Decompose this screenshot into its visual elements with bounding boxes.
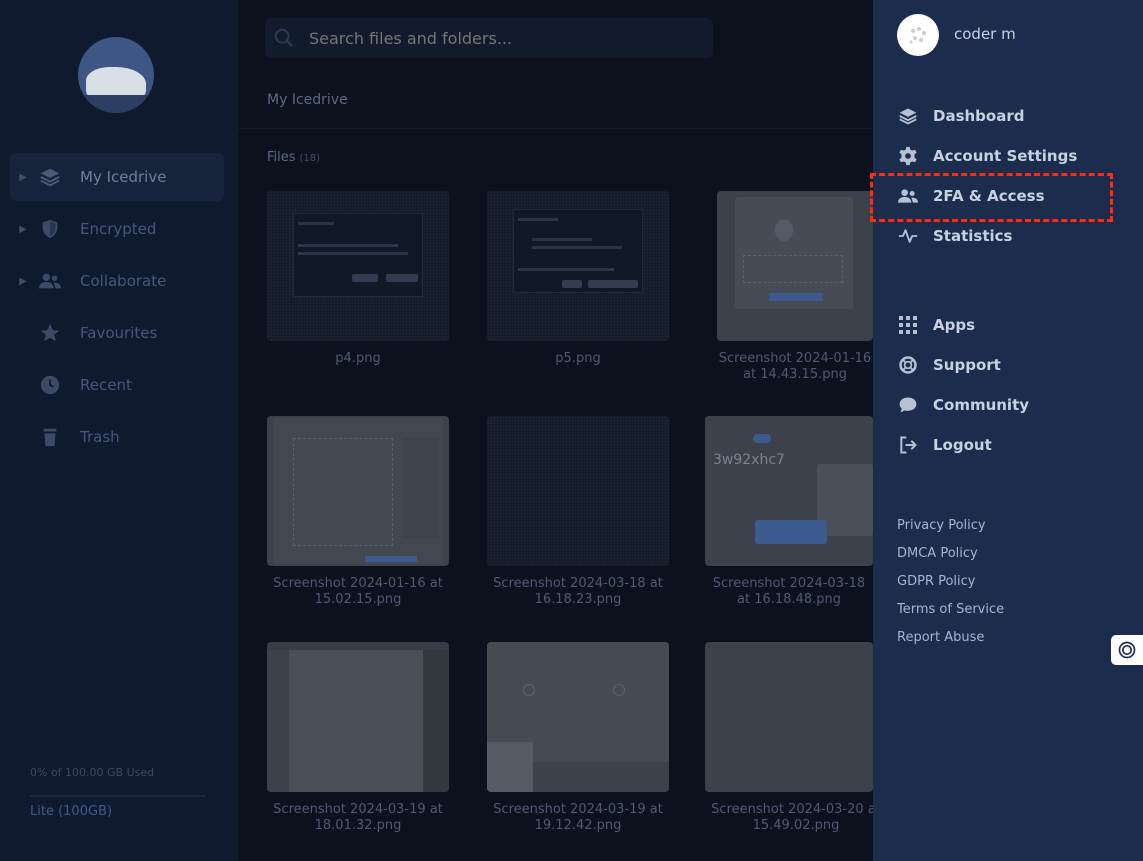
- plan-link[interactable]: Lite (100GB): [30, 804, 112, 819]
- file-tile[interactable]: Screenshot 2024-03-18 at 16.18.23.png: [487, 416, 669, 608]
- sidebar-item-encrypted[interactable]: ▶ Encrypted: [10, 205, 224, 253]
- help-widget-icon: [1118, 641, 1136, 659]
- menu-item-label: Apps: [933, 316, 976, 334]
- file-thumbnail[interactable]: 3w92xhc7: [705, 416, 873, 566]
- search-icon: [273, 27, 295, 49]
- star-icon: [38, 322, 62, 344]
- menu-item-label: Support: [933, 356, 1001, 374]
- user-avatar-icon: [909, 27, 926, 44]
- file-tile[interactable]: Screenshot 2024-01-16 at 15.02.15.png: [267, 416, 449, 608]
- shield-icon: [38, 218, 62, 240]
- file-tile[interactable]: p4.png: [267, 191, 449, 367]
- user-menu-secondary: Apps Support Community Logout: [897, 305, 1127, 465]
- file-name: Screenshot 2024-01-16 at 15.02.15.png: [273, 576, 443, 607]
- captcha-text: 3w92xhc7: [713, 452, 785, 468]
- divider: [238, 128, 888, 129]
- menu-item-apps[interactable]: Apps: [897, 305, 1127, 345]
- search-bar[interactable]: [265, 18, 713, 58]
- sidebar-item-label: Trash: [80, 428, 120, 446]
- menu-item-account-settings[interactable]: Account Settings: [897, 136, 1127, 176]
- users-icon: [38, 270, 62, 292]
- layers-icon: [38, 166, 62, 188]
- sidebar-item-collaborate[interactable]: ▶ Collaborate: [10, 257, 224, 305]
- menu-item-label: Dashboard: [933, 107, 1025, 125]
- footer-links: Privacy Policy DMCA Policy GDPR Policy T…: [897, 516, 1004, 656]
- menu-item-label: Logout: [933, 436, 992, 454]
- file-name: Screenshot 2024-01-16 at 14.43.15.png: [718, 351, 872, 382]
- file-thumbnail[interactable]: [717, 191, 873, 341]
- terms-of-service-link[interactable]: Terms of Service: [897, 600, 1004, 628]
- menu-item-label: Statistics: [933, 227, 1013, 245]
- storage-usage-text: 0% of 100.00 GB Used: [30, 766, 155, 779]
- file-thumbnail[interactable]: [267, 642, 449, 792]
- file-tile[interactable]: p5.png: [487, 191, 669, 367]
- sidebar-item-label: Encrypted: [80, 220, 157, 238]
- files-heading: Files (18): [267, 150, 320, 165]
- gear-icon: [897, 145, 919, 167]
- menu-item-label: Community: [933, 396, 1030, 414]
- trash-icon: [38, 426, 62, 448]
- file-name: Screenshot 2024-03-19 at 18.01.32.png: [273, 802, 443, 833]
- sidebar-item-my-icedrive[interactable]: ▶ My Icedrive: [10, 153, 224, 201]
- sidebar-item-label: My Icedrive: [80, 168, 167, 186]
- files-count: (18): [299, 153, 321, 164]
- sidebar-item-trash[interactable]: Trash: [10, 413, 224, 461]
- file-thumbnail[interactable]: [487, 191, 669, 341]
- menu-item-label: Account Settings: [933, 147, 1078, 165]
- grid-icon: [897, 314, 919, 336]
- file-name: Screenshot 2024-03-19 at 19.12.42.png: [493, 802, 663, 833]
- file-name: Screenshot 2024-03-18 at 16.18.48.png: [712, 576, 866, 607]
- avatar[interactable]: [897, 14, 939, 56]
- caret-right-icon[interactable]: ▶: [16, 172, 30, 183]
- file-name: p5.png: [555, 351, 601, 366]
- menu-item-dashboard[interactable]: Dashboard: [897, 96, 1127, 136]
- breadcrumb[interactable]: My Icedrive: [267, 92, 348, 108]
- caret-right-icon[interactable]: ▶: [16, 276, 30, 287]
- menu-item-community[interactable]: Community: [897, 385, 1127, 425]
- file-thumbnail[interactable]: [267, 191, 449, 341]
- report-abuse-link[interactable]: Report Abuse: [897, 628, 1004, 656]
- storage-progress-bar: [30, 795, 206, 797]
- sidebar-item-recent[interactable]: Recent: [10, 361, 224, 409]
- menu-item-support[interactable]: Support: [897, 345, 1127, 385]
- sidebar-item-favourites[interactable]: Favourites: [10, 309, 224, 357]
- file-name: Screenshot 2024-03-18 at 16.18.23.png: [493, 576, 663, 607]
- username: coder m: [954, 25, 1016, 43]
- file-thumbnail[interactable]: [267, 416, 449, 566]
- file-tile[interactable]: 3w92xhc7 Screenshot 2024-03-18 at 16.18.…: [705, 416, 887, 608]
- layers-icon: [897, 105, 919, 127]
- chat-bubble-icon: [897, 394, 919, 416]
- files-heading-label: Files: [267, 150, 296, 165]
- clock-icon: [38, 374, 62, 396]
- sidebar-item-label: Collaborate: [80, 272, 167, 290]
- menu-item-statistics[interactable]: Statistics: [897, 216, 1127, 256]
- lifebuoy-icon: [897, 354, 919, 376]
- file-thumbnail[interactable]: [487, 416, 669, 566]
- help-widget-button[interactable]: [1111, 635, 1143, 665]
- file-tile[interactable]: Screenshot 2024-03-19 at 18.01.32.png: [267, 642, 449, 834]
- sidebar: ▶ My Icedrive ▶ Encrypted ▶ Collaborate: [0, 0, 238, 861]
- file-name: p4.png: [335, 351, 381, 366]
- privacy-policy-link[interactable]: Privacy Policy: [897, 516, 1004, 544]
- file-thumbnail[interactable]: [487, 642, 669, 792]
- dmca-policy-link[interactable]: DMCA Policy: [897, 544, 1004, 572]
- gdpr-policy-link[interactable]: GDPR Policy: [897, 572, 1004, 600]
- file-tile[interactable]: Screenshot 2024-03-20 at 15.49.02.png: [705, 642, 887, 834]
- caret-right-icon[interactable]: ▶: [16, 224, 30, 235]
- menu-item-logout[interactable]: Logout: [897, 425, 1127, 465]
- search-input[interactable]: [309, 28, 689, 48]
- logout-icon: [897, 434, 919, 456]
- sidebar-nav: ▶ My Icedrive ▶ Encrypted ▶ Collaborate: [10, 153, 224, 465]
- sidebar-item-label: Favourites: [80, 324, 158, 342]
- sidebar-item-label: Recent: [80, 376, 132, 394]
- file-thumbnail[interactable]: [705, 642, 873, 792]
- file-name: Screenshot 2024-03-20 at 15.49.02.png: [711, 802, 881, 833]
- pulse-icon: [897, 225, 919, 247]
- highlight-box: [870, 173, 1113, 222]
- file-tile[interactable]: Screenshot 2024-03-19 at 19.12.42.png: [487, 642, 669, 834]
- icedrive-logo[interactable]: [78, 37, 154, 113]
